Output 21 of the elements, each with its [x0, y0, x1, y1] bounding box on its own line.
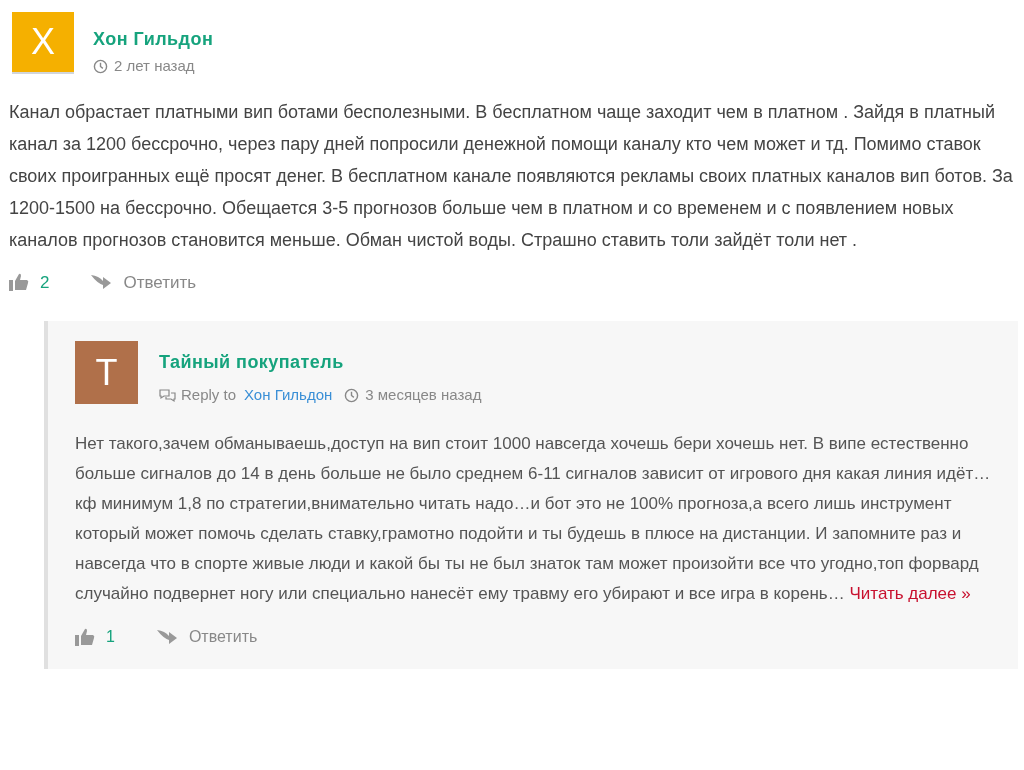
timestamp: 2 лет назад	[114, 56, 195, 76]
speech-bubbles-icon	[159, 387, 176, 403]
avatar: Х	[12, 12, 74, 74]
author-name[interactable]: Хон Гильдон	[93, 30, 214, 48]
timestamp: 3 месяцев назад	[365, 385, 482, 405]
like-count: 1	[106, 626, 115, 647]
read-more-link[interactable]: Читать далее »	[849, 583, 971, 603]
like-count: 2	[40, 271, 50, 294]
author-name[interactable]: Тайный покупатель	[159, 353, 482, 371]
reply-button[interactable]: Ответить	[154, 624, 258, 649]
thumbs-up-icon[interactable]	[75, 627, 95, 646]
reply-to-link[interactable]: Хон Гильдон	[244, 384, 333, 407]
avatar: Т	[75, 341, 138, 404]
clock-icon	[93, 58, 108, 74]
reply-arrow-icon	[154, 627, 179, 646]
reply-text: Нет такого,зачем обманываешь,доступ на вип стоит 1000 навсегда хочешь бери хочешь нет. В випе естественно больше сигналов до 14 в день больше не было среднем 6-11 сигналов зависит от игрового дня какая линия идёт…кф минимум 1,8 по стратегии,внимательно читать надо…и бот это не 100% прогноза,а всего лишь инструмент который может помочь сделать ставку,грамотно подойти и ты будешь в плюсе на дистанции. И запомните раз и навсегда что в спорте живые люди и какой бы ты не был знаток там может произойти все что угодно,топ форвард случайно подвернет ногу или специально нанесёт ему травму его убирают и все игра в корень… Читать далее »	[75, 432, 992, 605]
clock-icon	[344, 387, 360, 403]
comment-text: Канал обрастает платными вип ботами бесполезными. В бесплатном чаще заходит чем в платном . Зайдя в платный канал за 1200 бессрочно, через пару дней попросили денежной помощи каналу кто чем может и тд. Помимо ставок своих проигранных ещё просят денег. В бесплатном канале появляются рекламы своих платных каналов вип ботов. За 1200-1500 на бессрочно. Обещается 3-5 прогнозов больше чем в платном и со временем и с появлением новых каналов прогнозов становится меньше. Обман чистой воды. Страшно ставить толи зайдёт толи нет .	[9, 100, 1014, 252]
thumbs-up-icon[interactable]	[9, 273, 29, 292]
reply-to-label: Reply to	[181, 385, 237, 405]
reply-button[interactable]: Ответить	[89, 269, 197, 295]
